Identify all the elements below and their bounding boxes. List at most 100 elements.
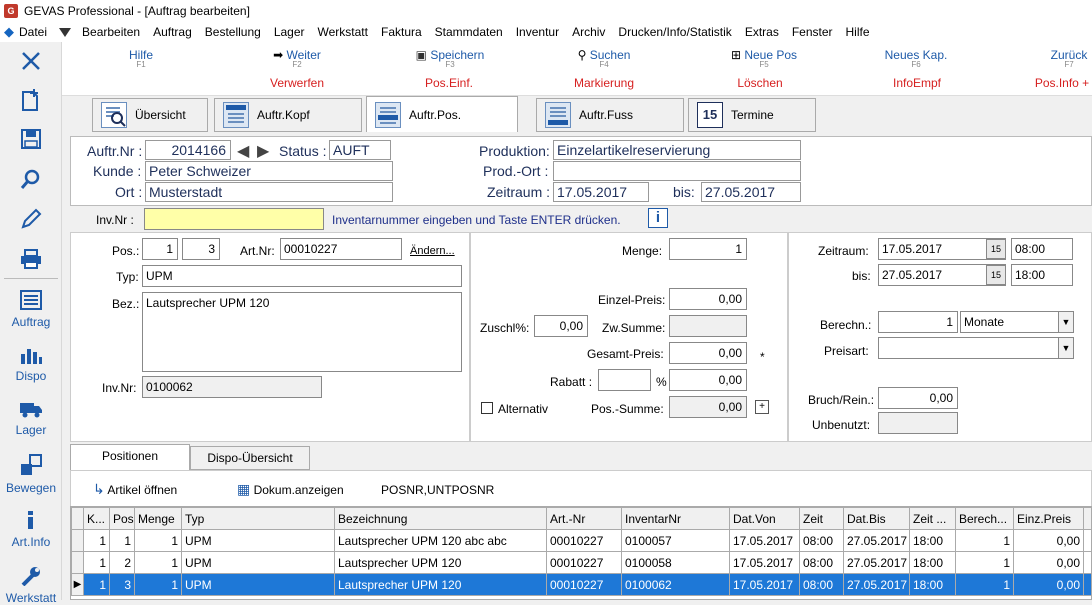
open-article-button[interactable]: ↳ Artikel öffnen <box>93 481 177 498</box>
diamond-icon[interactable]: ◆ <box>4 24 14 40</box>
help-button[interactable]: HilfeF1 <box>126 48 156 69</box>
new-pos-button[interactable]: ⊞ Neue PosF5 <box>724 48 804 69</box>
save-button[interactable]: ▣ SpeichernF3 <box>408 48 492 69</box>
show-documents-button[interactable]: ▦ Dokum.anzeigen <box>237 481 344 498</box>
table-row-selected[interactable]: ▶ 1 3 1 UPM Lautsprecher UPM 120 0001022… <box>72 574 1092 596</box>
menu-fenster[interactable]: Fenster <box>787 25 841 39</box>
edit-side-button[interactable] <box>0 208 62 233</box>
sidebar-item-dispo[interactable]: Dispo <box>0 346 62 383</box>
calendar-bis-icon[interactable]: 15 <box>986 265 1006 285</box>
info-recipient-button[interactable]: InfoEmpf <box>884 76 950 90</box>
new-document-button[interactable] <box>0 88 62 115</box>
delete-button[interactable]: Löschen <box>730 76 790 90</box>
menu-inventur[interactable]: Inventur <box>511 25 567 39</box>
column-header[interactable]: Typ <box>182 508 335 530</box>
status-field[interactable]: AUFT <box>329 140 391 160</box>
prodort-field[interactable] <box>553 161 801 181</box>
preisart-select[interactable] <box>878 337 1060 359</box>
menu-drucken[interactable]: Drucken/Info/Statistik <box>613 25 739 39</box>
column-header[interactable]: Bezeichnung <box>335 508 547 530</box>
rabatt-percent-field[interactable] <box>598 369 651 391</box>
column-header[interactable]: InventarNr <box>622 508 730 530</box>
menu-extras[interactable]: Extras <box>740 25 787 39</box>
back-button[interactable]: ZurückF7 <box>1046 48 1092 69</box>
typ-field[interactable]: UPM <box>142 265 462 287</box>
sidebar-item-lager[interactable]: Lager <box>0 400 62 437</box>
pos1-field[interactable]: 1 <box>142 238 178 260</box>
insert-pos-button[interactable]: Pos.Einf. <box>414 76 484 90</box>
tab-auftr-fuss[interactable]: Auftr.Fuss <box>536 98 684 132</box>
column-header[interactable]: Dat.Von <box>730 508 800 530</box>
tab-dispo-uebersicht[interactable]: Dispo-Übersicht <box>190 446 310 470</box>
menge-field[interactable]: 1 <box>669 238 747 260</box>
column-header[interactable]: Einz.Preis <box>1014 508 1084 530</box>
bez-field[interactable]: Lautsprecher UPM 120 <box>142 292 462 372</box>
zr-bis-time-field[interactable]: 18:00 <box>1011 264 1073 286</box>
column-header[interactable]: Berech... <box>956 508 1014 530</box>
inv-nr-input[interactable] <box>144 208 324 230</box>
zeitraum-bis-field[interactable]: 27.05.2017 <box>701 182 801 202</box>
menu-archiv[interactable]: Archiv <box>567 25 613 39</box>
save-side-button[interactable] <box>0 128 62 153</box>
berechn-unit-select[interactable]: Monate <box>960 311 1060 333</box>
close-button[interactable] <box>0 50 62 75</box>
rabatt-value-field[interactable]: 0,00 <box>669 369 747 391</box>
kunde-field[interactable]: Peter Schweizer <box>145 161 393 181</box>
pos2-field[interactable]: 3 <box>182 238 220 260</box>
menu-datei[interactable]: Datei <box>14 25 55 39</box>
berechn-field[interactable]: 1 <box>878 311 958 333</box>
search-button[interactable]: ⚲ SuchenF4 <box>570 48 638 69</box>
menu-werkstatt[interactable]: Werkstatt <box>313 25 376 39</box>
sidebar-item-bewegen[interactable]: Bewegen <box>0 454 62 495</box>
column-header[interactable]: Zeit ... <box>910 508 956 530</box>
column-header[interactable]: K... <box>84 508 110 530</box>
einzelpreis-field[interactable]: 0,00 <box>669 288 747 310</box>
pos-info-button[interactable]: Pos.Info + <box>1032 76 1092 90</box>
sidebar-item-artinfo[interactable]: Art.Info <box>0 510 62 549</box>
zr-von-time-field[interactable]: 08:00 <box>1011 238 1073 260</box>
mark-button[interactable]: Markierung <box>564 76 644 90</box>
zuschl-field[interactable]: 0,00 <box>534 315 588 337</box>
tab-positionen[interactable]: Positionen <box>70 444 190 470</box>
column-header[interactable]: Art.-Nr <box>547 508 622 530</box>
sidebar-item-werkstatt[interactable]: Werkstatt <box>0 566 62 605</box>
menu-bestellung[interactable]: Bestellung <box>200 25 269 39</box>
aendern-link[interactable]: Ändern... <box>410 245 455 257</box>
discard-button[interactable]: Verwerfen <box>262 76 332 90</box>
tab-auftr-kopf[interactable]: Auftr.Kopf <box>214 98 362 132</box>
menu-stammdaten[interactable]: Stammdaten <box>430 25 511 39</box>
dropdown-triangle-icon[interactable] <box>59 28 71 37</box>
next-order-icon[interactable]: ▶ <box>257 141 269 161</box>
prev-order-icon[interactable]: ◀ <box>237 141 249 161</box>
table-row[interactable]: 1 1 1 UPM Lautsprecher UPM 120 abc abc 0… <box>72 530 1092 552</box>
alternativ-checkbox[interactable] <box>481 402 493 414</box>
zeitraum-von-field[interactable]: 17.05.2017 <box>553 182 649 202</box>
new-chapter-button[interactable]: Neues Kap.F6 <box>878 48 954 69</box>
chevron-down-icon[interactable]: ▼ <box>1058 311 1074 333</box>
menu-hilfe[interactable]: Hilfe <box>841 25 878 39</box>
expand-sum-icon[interactable]: + <box>755 400 769 414</box>
tab-uebersicht[interactable]: Übersicht <box>92 98 208 132</box>
produktion-field[interactable]: Einzelartikelreservierung <box>553 140 801 160</box>
column-header[interactable]: Menge <box>135 508 182 530</box>
next-button[interactable]: ➡ WeiterF2 <box>264 48 330 69</box>
menu-bearbeiten[interactable]: Bearbeiten <box>77 25 148 39</box>
menu-lager[interactable]: Lager <box>269 25 313 39</box>
column-header[interactable] <box>1084 508 1092 530</box>
chevron-down-icon[interactable]: ▼ <box>1058 337 1074 359</box>
search-side-button[interactable] <box>0 168 62 193</box>
print-side-button[interactable] <box>0 248 62 273</box>
auftr-nr-field[interactable]: 2014166 <box>145 140 231 160</box>
sidebar-item-auftrag[interactable]: Auftrag <box>0 290 62 329</box>
menu-faktura[interactable]: Faktura <box>376 25 430 39</box>
artnr-field[interactable]: 00010227 <box>280 238 402 260</box>
column-header[interactable]: Dat.Bis <box>844 508 910 530</box>
gesamtpreis-field[interactable]: 0,00 <box>669 342 747 364</box>
tab-auftr-pos[interactable]: Auftr.Pos. <box>366 96 518 132</box>
menu-auftrag[interactable]: Auftrag <box>148 25 200 39</box>
column-header[interactable]: Zeit <box>800 508 844 530</box>
calendar-von-icon[interactable]: 15 <box>986 239 1006 259</box>
tab-termine[interactable]: 15 Termine <box>688 98 816 132</box>
info-button[interactable]: i <box>648 208 668 228</box>
column-header[interactable]: Pos <box>110 508 135 530</box>
